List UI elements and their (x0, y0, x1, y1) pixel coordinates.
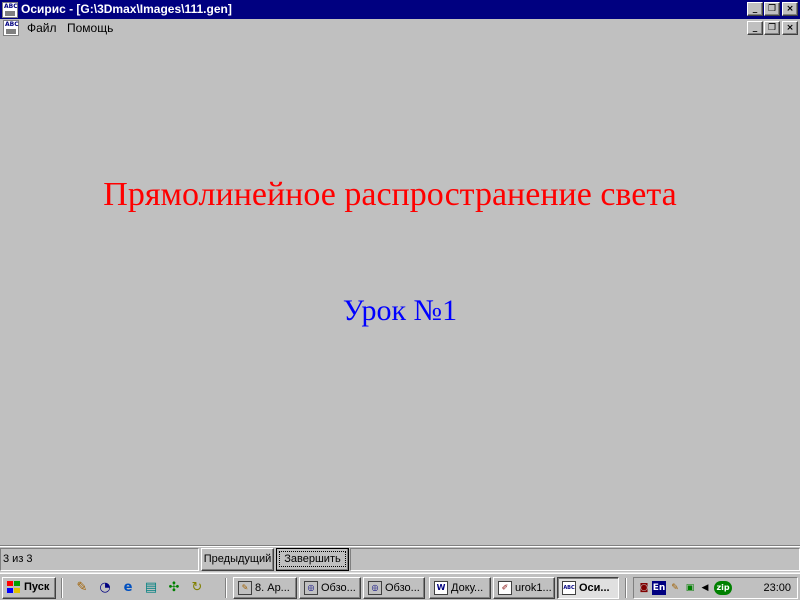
network-icon[interactable]: ✣ (166, 580, 182, 596)
taskbar-separator (225, 578, 227, 598)
close-button[interactable]: × (782, 2, 798, 16)
start-button[interactable]: Пуск (2, 577, 56, 599)
previous-button[interactable]: Предыдущий (201, 548, 274, 571)
finish-button-label: Завершить (279, 551, 346, 567)
task-button[interactable]: W Доку... (429, 577, 491, 599)
abc-icon: ABC (562, 581, 576, 595)
windows-logo-icon (7, 581, 21, 594)
doc-minimize-button[interactable]: _ (747, 21, 763, 35)
task-label: urok1... (515, 582, 552, 594)
slide-area: Прямолинейное распространение света Урок… (0, 37, 800, 545)
doc-restore-button[interactable]: ❐ (764, 21, 780, 35)
minimize-icon: _ (752, 23, 758, 33)
tray-app-icon[interactable]: ◙ (637, 581, 651, 595)
task-button[interactable]: ✐ urok1... (493, 577, 555, 599)
monitor-icon[interactable]: ▣ (683, 581, 697, 595)
restore-button[interactable]: ❐ (764, 2, 780, 16)
task-button[interactable]: ◎ Обзо... (299, 577, 361, 599)
window-title-bar[interactable]: ABC Осирис - [G:\3Dmax\Images\111.gen] _… (0, 0, 800, 19)
close-icon: × (786, 4, 794, 14)
magnifier-icon: ◎ (368, 581, 382, 595)
internet-explorer-icon[interactable]: e (120, 580, 136, 596)
app-abc-icon[interactable]: ABC (2, 2, 18, 18)
pencil-icon: ✎ (238, 581, 252, 595)
clock[interactable]: 23:00 (763, 581, 791, 595)
finish-button[interactable]: Завершить (276, 548, 349, 571)
task-button[interactable]: ◎ Обзо... (363, 577, 425, 599)
taskbar-separator (625, 578, 627, 598)
menu-file[interactable]: Файл (24, 21, 60, 35)
window-title: Осирис - [G:\3Dmax\Images\111.gen] (21, 2, 232, 16)
minimize-icon: _ (752, 4, 758, 14)
task-label: Обзо... (385, 582, 420, 594)
menu-help[interactable]: Помощь (64, 21, 116, 35)
close-icon: × (786, 23, 794, 33)
task-button-active[interactable]: ABC Оси... (557, 577, 619, 599)
zip-icon[interactable]: zip (714, 581, 732, 595)
minimize-button[interactable]: _ (747, 2, 763, 16)
navigation-bar: 3 из 3 Предыдущий Завершить (0, 545, 800, 572)
restore-icon: ❐ (767, 23, 777, 33)
doc-close-button[interactable]: × (782, 21, 798, 35)
pencil-icon[interactable]: ✎ (74, 580, 90, 596)
system-tray: ◙ En ✎ ▣ ◀ zip 23:00 (633, 577, 798, 599)
page-counter: 3 из 3 (0, 548, 199, 571)
start-label: Пуск (24, 581, 50, 593)
task-label: Обзо... (321, 582, 356, 594)
language-indicator[interactable]: En (652, 581, 666, 595)
paint-icon: ✐ (498, 581, 512, 595)
menu-bar: ABC Файл Помощь _ ❐ × (0, 19, 800, 37)
slide-subtitle: Урок №1 (342, 294, 458, 327)
taskbar-separator (61, 578, 63, 598)
status-pane (350, 548, 800, 571)
refresh-icon[interactable]: ↻ (189, 580, 205, 596)
task-label: 8. Ар... (255, 582, 290, 594)
satellite-dish-icon[interactable]: ◔ (97, 580, 113, 596)
task-label: Оси... (579, 582, 610, 594)
restore-icon: ❐ (767, 4, 777, 14)
task-label: Доку... (451, 582, 484, 594)
document-abc-icon[interactable]: ABC (3, 20, 19, 36)
magnifier-icon: ◎ (304, 581, 318, 595)
task-button[interactable]: ✎ 8. Ар... (233, 577, 297, 599)
taskbar: Пуск ✎ ◔ e ▤ ✣ ↻ ✎ 8. Ар... ◎ Обзо... ◎ … (0, 572, 800, 600)
notepad-icon[interactable]: ▤ (143, 580, 159, 596)
volume-icon[interactable]: ◀ (698, 581, 712, 595)
word-icon: W (434, 581, 448, 595)
pencil-icon[interactable]: ✎ (668, 581, 682, 595)
slide-title: Прямолинейное распространение света (103, 176, 677, 213)
